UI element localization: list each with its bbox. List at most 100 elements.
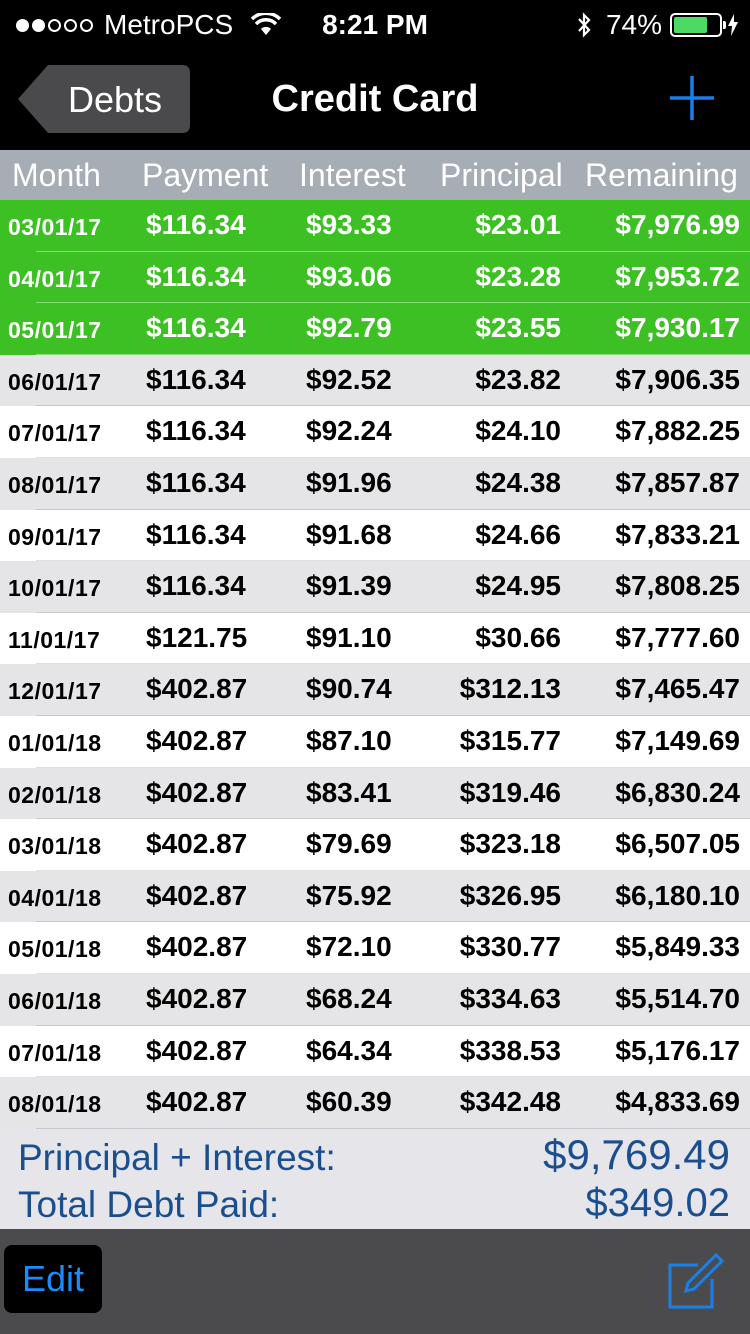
cell-interest: $68.24	[306, 983, 392, 1014]
cell-payment: $402.87	[146, 1034, 248, 1066]
carrier-name: MetroPCS	[104, 9, 234, 40]
cell-remaining: $7,465.47	[615, 673, 740, 705]
cell-month: 07/01/17	[8, 420, 102, 447]
table-row[interactable]: 08/01/17 $116.34 $91.96 $24.38 $7,857.87	[0, 458, 750, 510]
cell-month: 06/01/17	[8, 368, 102, 395]
cell-interest: $72.10	[306, 931, 392, 963]
cell-remaining: $7,777.60	[615, 621, 740, 653]
cell-interest: $91.10	[306, 621, 392, 653]
compose-icon[interactable]	[664, 1251, 724, 1311]
battery-percent: 74%	[605, 9, 662, 40]
cell-interest: $60.39	[306, 1086, 392, 1118]
cell-payment: $116.34	[146, 518, 246, 550]
table-row[interactable]: 12/01/17 $402.87 $90.74 $312.13 $7,465.47	[0, 664, 750, 716]
table-row[interactable]: 08/01/18 $402.87 $60.39 $342.48 $4,833.69	[0, 1077, 750, 1129]
cell-payment: $121.75	[146, 621, 248, 653]
table-row[interactable]: 07/01/17 $116.34 $92.24 $24.10 $7,882.25	[0, 406, 750, 458]
column-header-remaining[interactable]: Remaining	[585, 157, 738, 194]
cell-remaining: $6,830.24	[615, 776, 740, 808]
cell-remaining: $7,808.25	[615, 570, 740, 602]
cell-principal: $330.77	[459, 931, 561, 963]
cell-payment: $402.87	[146, 931, 248, 963]
cell-principal: $30.66	[475, 621, 561, 653]
table-row[interactable]: 04/01/18 $402.87 $75.92 $326.95 $6,180.10	[0, 870, 750, 923]
cell-principal: $24.66	[475, 518, 561, 550]
cell-payment: $116.34	[146, 415, 246, 447]
table-row[interactable]: 10/01/17 $116.34 $91.39 $24.95 $7,808.25	[0, 561, 750, 613]
total-paid-value: $349.02	[585, 1181, 730, 1225]
table-row[interactable]: 11/01/17 $121.75 $91.10 $30.66 $7,777.60	[0, 612, 750, 665]
cell-month: 09/01/17	[8, 523, 102, 550]
cell-interest: $79.69	[306, 828, 392, 860]
column-header-month[interactable]: Month	[12, 157, 101, 194]
plus-icon[interactable]	[668, 74, 716, 122]
cell-interest: $87.10	[306, 725, 392, 756]
table-row[interactable]: 02/01/18 $402.87 $83.41 $319.46 $6,830.24	[0, 767, 750, 820]
table-row[interactable]: 03/01/17 $116.34 $93.33 $23.01 $7,976.99	[0, 200, 750, 252]
cell-interest: $92.79	[306, 312, 392, 344]
cell-remaining: $6,507.05	[615, 828, 740, 860]
cell-principal: $319.46	[459, 776, 561, 808]
cell-interest: $92.24	[306, 415, 392, 447]
cell-remaining: $7,833.21	[615, 518, 740, 550]
cell-interest: $64.34	[306, 1034, 392, 1066]
cell-remaining: $7,149.69	[615, 725, 740, 756]
cell-month: 08/01/17	[8, 472, 102, 498]
cell-month: 04/01/18	[8, 884, 102, 911]
cell-month: 01/01/18	[8, 730, 102, 756]
table-row[interactable]: 05/01/18 $402.87 $72.10 $330.77 $5,849.33	[0, 922, 750, 974]
cell-remaining: $5,176.17	[615, 1034, 740, 1066]
principal-interest-label: Principal + Interest:	[18, 1137, 336, 1178]
cell-interest: $90.74	[306, 673, 392, 705]
table-row[interactable]: 03/01/18 $402.87 $79.69 $323.18 $6,507.05	[0, 819, 750, 871]
charging-bolt-icon	[728, 14, 738, 36]
edit-button[interactable]: Edit	[4, 1245, 102, 1313]
table-row[interactable]: 09/01/17 $116.34 $91.68 $24.66 $7,833.21	[0, 509, 750, 562]
cell-payment: $402.87	[146, 673, 248, 705]
cell-month: 03/01/17	[8, 214, 102, 240]
cell-month: 12/01/17	[8, 678, 102, 705]
cell-remaining: $7,882.25	[615, 415, 740, 447]
cell-principal: $23.28	[475, 260, 561, 292]
cell-interest: $75.92	[306, 879, 392, 911]
cell-payment: $116.34	[146, 312, 246, 344]
cell-interest: $91.68	[306, 518, 392, 550]
cell-remaining: $5,849.33	[615, 931, 740, 963]
cell-month: 08/01/18	[8, 1091, 102, 1118]
table-row[interactable]: 06/01/17 $116.34 $92.52 $23.82 $7,906.35	[0, 354, 750, 407]
cell-interest: $93.33	[306, 209, 392, 240]
cell-payment: $116.34	[146, 260, 246, 292]
cell-payment: $402.87	[146, 983, 248, 1014]
status-bar: MetroPCS 8:21 PM 74%	[0, 0, 750, 50]
cell-principal: $315.77	[459, 725, 561, 756]
cell-remaining: $7,906.35	[615, 363, 740, 395]
cell-principal: $342.48	[459, 1086, 561, 1118]
table-row[interactable]: 05/01/17 $116.34 $92.79 $23.55 $7,930.17	[0, 303, 750, 355]
column-header-payment[interactable]: Payment	[142, 157, 268, 194]
table-row[interactable]: 06/01/18 $402.87 $68.24 $334.63 $5,514.70	[0, 974, 750, 1026]
cell-month: 06/01/18	[8, 988, 102, 1014]
table-row[interactable]: 01/01/18 $402.87 $87.10 $315.77 $7,149.69	[0, 716, 750, 768]
cell-payment: $116.34	[146, 363, 246, 395]
column-header-principal[interactable]: Principal	[440, 157, 563, 194]
column-header-interest[interactable]: Interest	[299, 157, 406, 194]
back-button[interactable]: Debts	[18, 65, 190, 133]
cell-month: 07/01/18	[8, 1039, 102, 1066]
cell-principal: $334.63	[459, 983, 561, 1014]
cell-principal: $24.95	[475, 570, 561, 602]
cell-month: 11/01/17	[8, 626, 101, 653]
battery-icon	[670, 13, 726, 37]
bluetooth-icon	[578, 12, 591, 38]
cell-payment: $402.87	[146, 828, 248, 860]
navigation-bar: Debts Credit Card	[0, 50, 750, 150]
cell-principal: $24.10	[475, 415, 561, 447]
cell-remaining: $7,930.17	[615, 312, 740, 344]
cell-month: 02/01/18	[8, 781, 102, 808]
cell-remaining: $7,976.99	[615, 209, 740, 240]
table-row[interactable]: 04/01/17 $116.34 $93.06 $23.28 $7,953.72	[0, 251, 750, 304]
table-row[interactable]: 07/01/18 $402.87 $64.34 $338.53 $5,176.17	[0, 1025, 750, 1078]
cell-month: 10/01/17	[8, 575, 102, 602]
cell-principal: $23.01	[475, 209, 561, 240]
cell-principal: $323.18	[459, 828, 561, 860]
cell-interest: $91.96	[306, 467, 392, 498]
